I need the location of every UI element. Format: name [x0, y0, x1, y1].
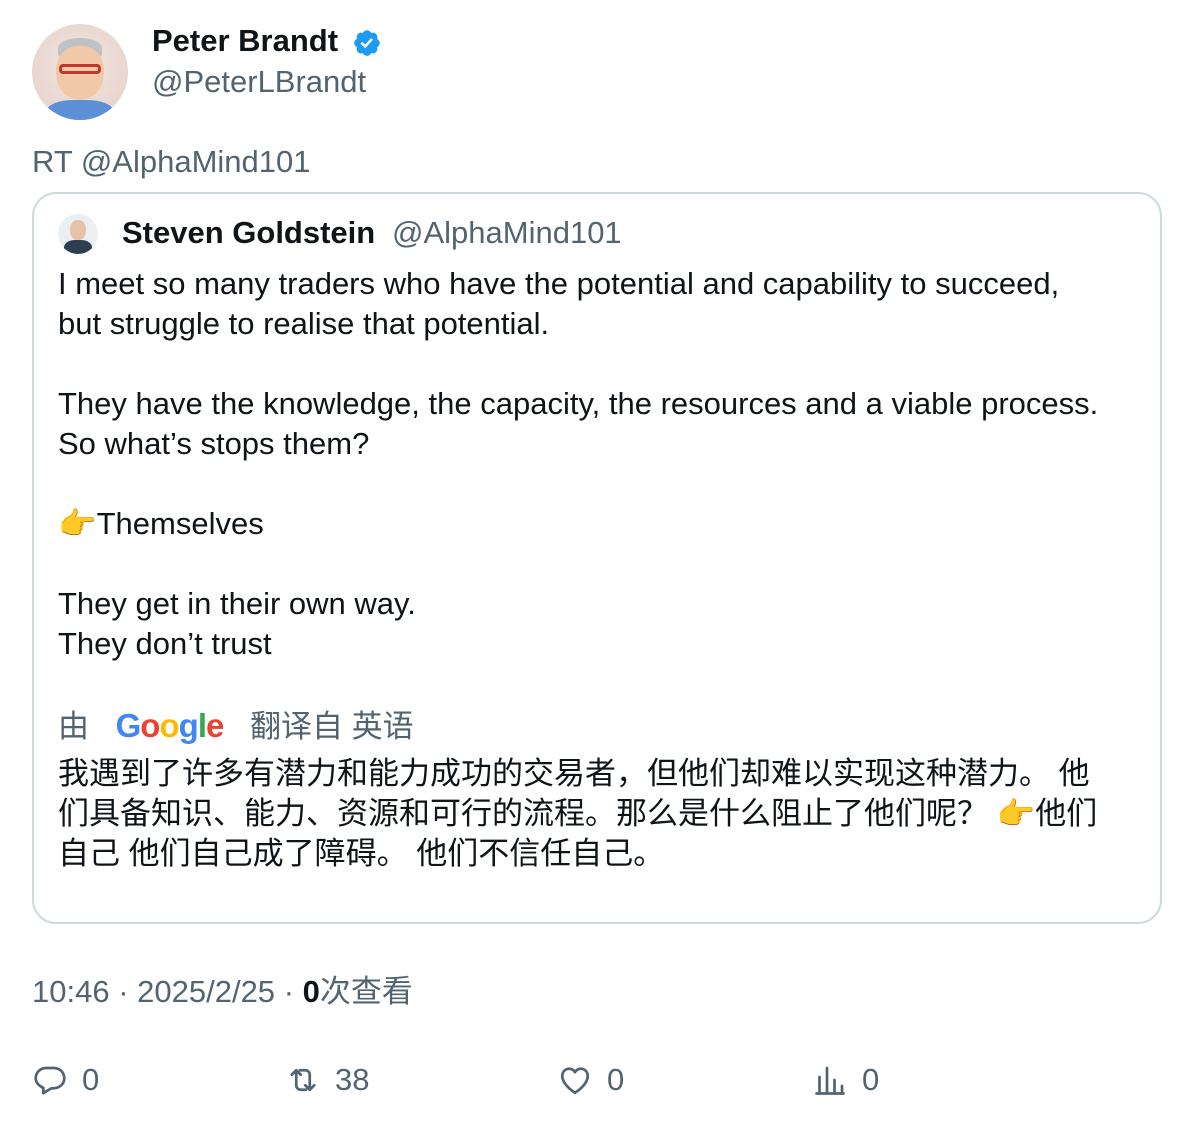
analytics-icon: [815, 1066, 845, 1095]
translation-attribution: 由 Google 翻译自 英语: [58, 706, 414, 747]
tweet-date[interactable]: 2025/2/25: [137, 974, 275, 1009]
quoted-text-line: I meet so many traders who have the pote…: [58, 266, 1060, 301]
quoted-text-line: They have the knowledge, the capacity, t…: [58, 386, 1099, 421]
translated-text-line: 自己 他们自己成了障碍。 他们不信任自己。: [58, 836, 665, 871]
like-button[interactable]: 0: [557, 1060, 624, 1100]
google-logo-letter: o: [140, 707, 160, 744]
reply-icon: [34, 1066, 66, 1095]
google-logo-letter: o: [159, 707, 179, 744]
views-label: 次查看: [319, 974, 413, 1009]
translated-text-line: 我遇到了许多有潜力和能力成功的交易者，但他们却难以实现这种潜力。 他: [58, 756, 1090, 791]
quoted-text-line: 👉Themselves: [58, 506, 264, 541]
quoted-author-handle[interactable]: @AlphaMind101: [392, 214, 622, 252]
google-logo: Google: [115, 707, 225, 744]
separator-dot: ·: [283, 974, 303, 1009]
like-count: 0: [607, 1062, 625, 1097]
translation-prefix: 由: [58, 709, 89, 744]
avatar-shirt: [46, 100, 114, 120]
retweet-button[interactable]: 38: [285, 1060, 369, 1100]
views-button[interactable]: 0: [812, 1060, 879, 1100]
google-logo-letter: G: [115, 707, 142, 744]
reply-count: 0: [82, 1062, 100, 1097]
author-handle[interactable]: @PeterLBrandt: [152, 64, 366, 100]
retweet-count: 38: [335, 1062, 370, 1097]
author-avatar[interactable]: [32, 24, 128, 120]
quoted-text-line: They don’t trust: [58, 626, 272, 661]
quoted-avatar-head: [70, 220, 86, 240]
verified-badge-icon: [354, 30, 380, 56]
google-logo-letter: e: [205, 707, 224, 744]
quoted-author-display-name[interactable]: Steven Goldstein: [122, 214, 375, 252]
quoted-avatar-shirt: [64, 240, 92, 254]
retweet-icon: [290, 1068, 316, 1092]
google-logo-letter: l: [197, 707, 207, 744]
tweet-time[interactable]: 10:46: [32, 974, 110, 1009]
quoted-author-avatar[interactable]: [58, 214, 98, 254]
translated-text-line: 们具备知识、能力、资源和可行的流程。那么是什么阻止了他们呢？ 👉他们: [58, 796, 1098, 831]
translation-suffix: 翻译自 英语: [249, 709, 414, 744]
quoted-text-line: So what’s stops them?: [58, 426, 370, 461]
views-action-count: 0: [862, 1062, 880, 1097]
author-display-name[interactable]: Peter Brandt: [152, 22, 338, 60]
google-logo-letter: g: [178, 707, 199, 744]
tweet-metadata: 10:46 · 2025/2/25 · 0次查看: [32, 974, 413, 1010]
separator-dot: ·: [118, 974, 138, 1009]
views-count: 0: [302, 974, 320, 1009]
avatar-glasses: [59, 64, 101, 74]
reply-button[interactable]: 0: [32, 1060, 99, 1100]
heart-icon: [560, 1067, 590, 1095]
quoted-text-line: They get in their own way.: [58, 586, 416, 621]
quoted-text-line: but struggle to realise that potential.: [58, 306, 550, 341]
retweet-text: RT @AlphaMind101: [32, 144, 311, 179]
